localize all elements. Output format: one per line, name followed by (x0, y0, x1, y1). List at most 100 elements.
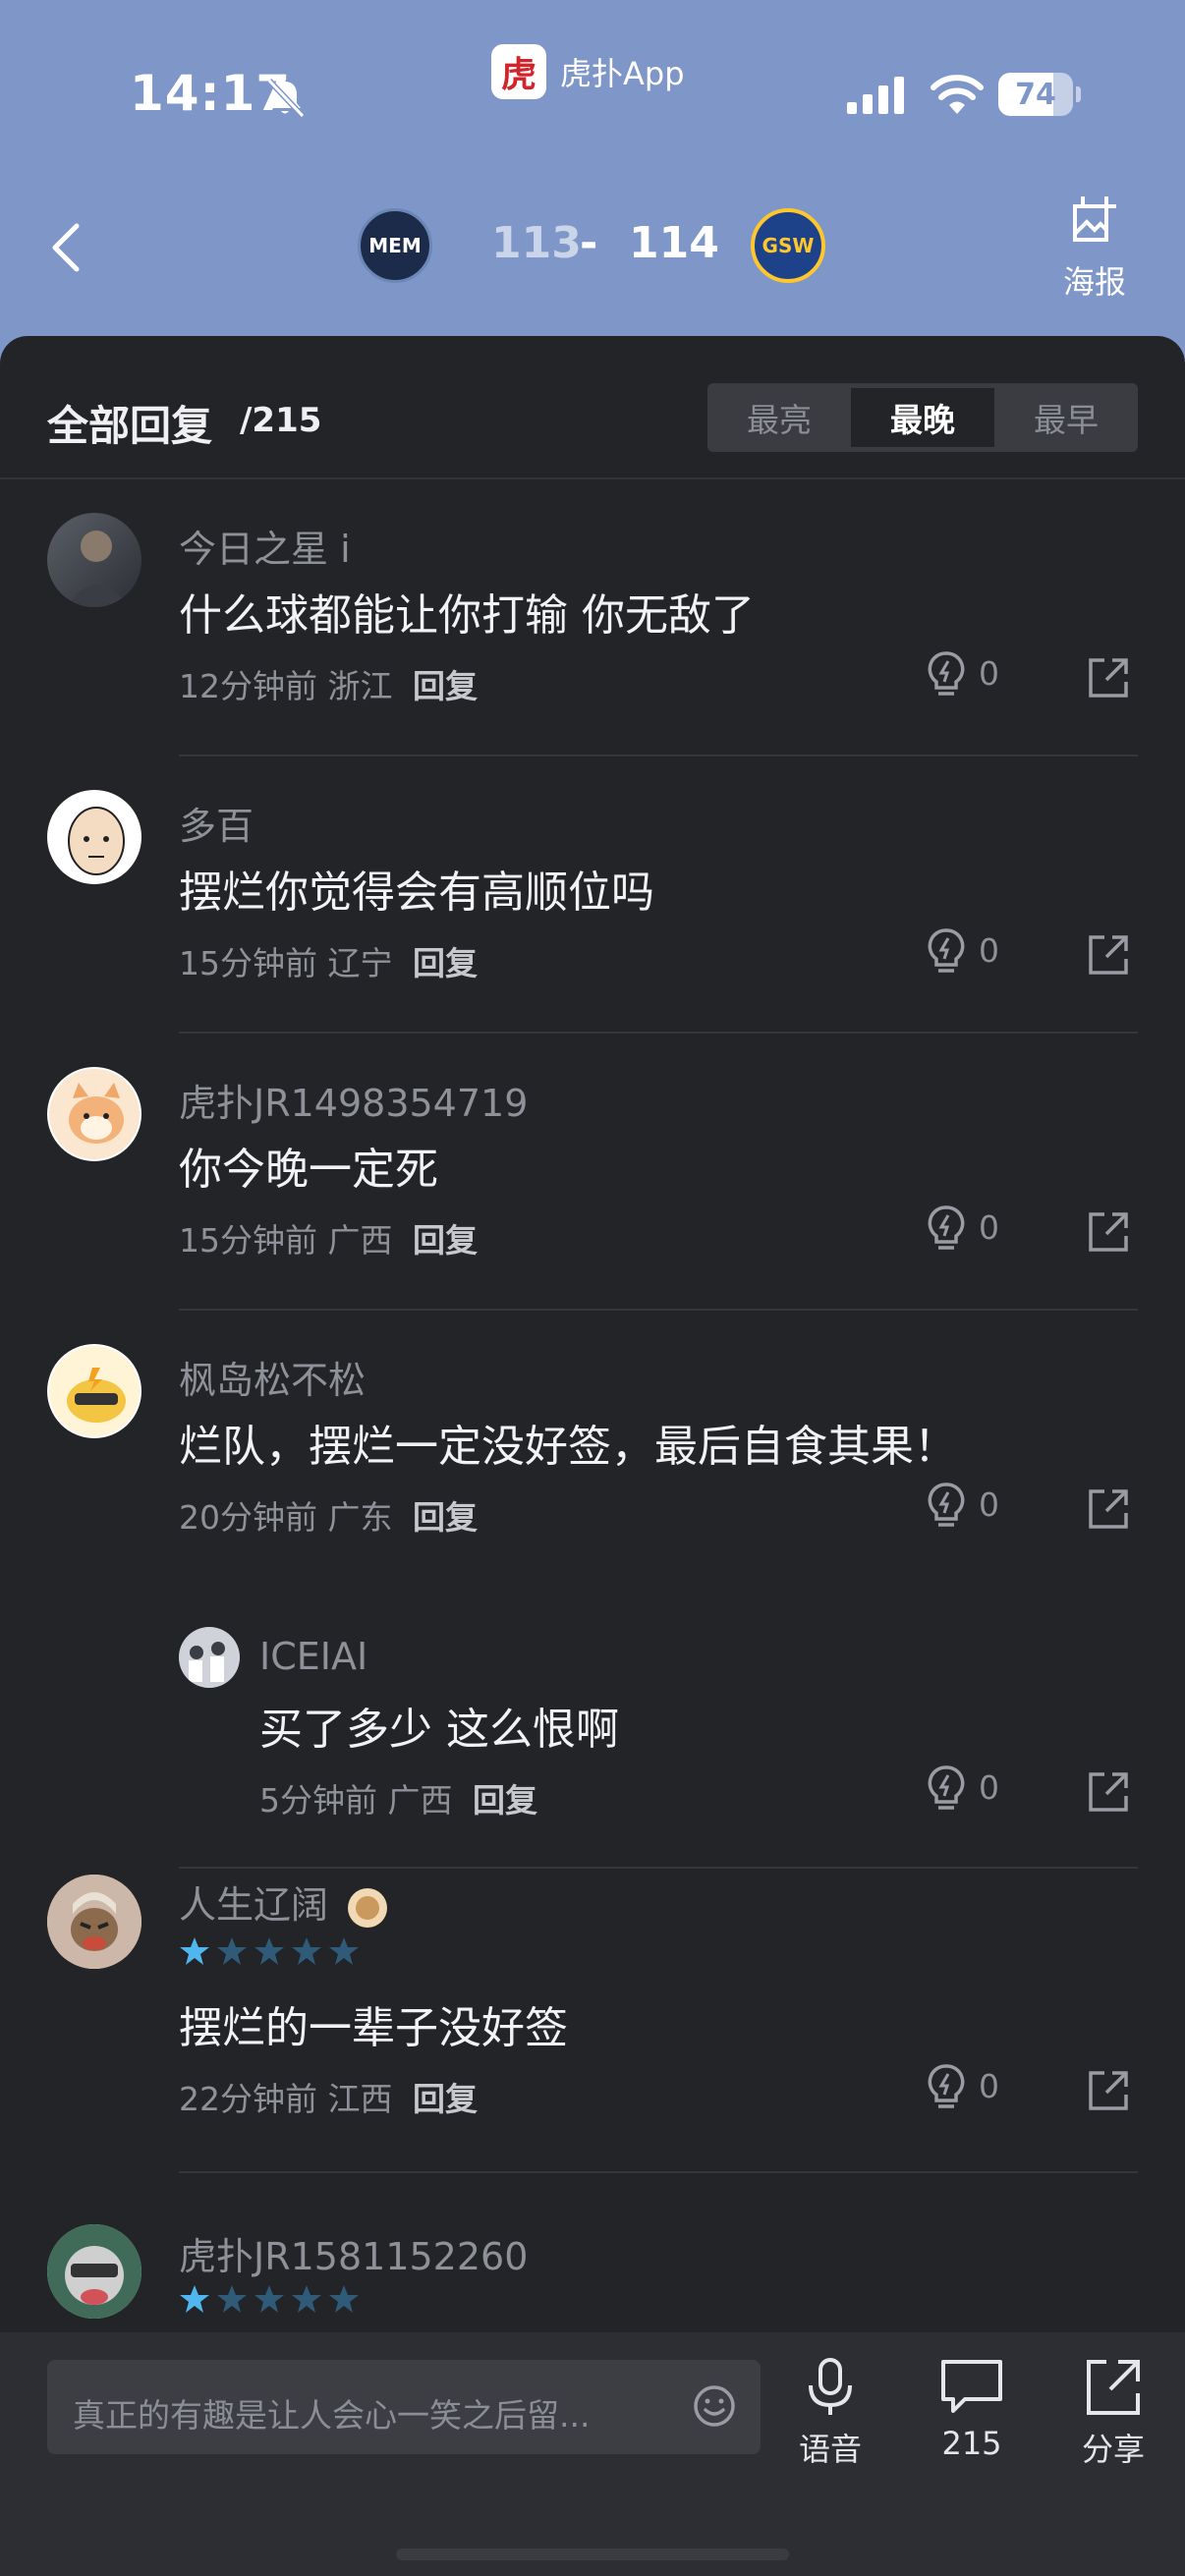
star-empty-icon (254, 1937, 284, 1965)
comment-time: 15分钟前 (179, 944, 317, 982)
comment-meta: 22分钟前 江西 回复 (179, 2073, 478, 2120)
star-empty-icon (292, 1937, 321, 1965)
share-icon[interactable] (1087, 933, 1130, 977)
divider (179, 755, 1138, 756)
mem-team-logo[interactable]: MEM (358, 208, 432, 283)
hupu-logo-icon: 虎 (491, 44, 546, 99)
comment-meta: 15分钟前 辽宁 回复 (179, 937, 478, 984)
comment-region: 广东 (327, 1498, 393, 1537)
comment-username[interactable]: 虎扑JR1581152260 (179, 2226, 528, 2280)
divider (179, 2171, 1138, 2173)
score-separator: - (580, 218, 598, 268)
star-empty-icon (292, 2285, 321, 2313)
comment-username[interactable]: 多百 (179, 796, 254, 850)
like-button[interactable]: 0 (926, 1764, 1004, 1814)
sort-segmented-control: 最亮 最晚 最早 (707, 383, 1138, 452)
comment-input[interactable]: 真正的有趣是让人会心一笑之后留... (47, 2360, 761, 2454)
reply-time: 5分钟前 (259, 1781, 377, 1820)
share-icon (1087, 2360, 1140, 2415)
like-button[interactable]: 0 (926, 1204, 1004, 1254)
avatar[interactable] (179, 1627, 240, 1688)
lightbulb-icon (928, 2064, 965, 2108)
reply-meta: 5分钟前 广西 回复 (259, 1774, 537, 1821)
like-button[interactable]: 0 (926, 927, 1004, 977)
sort-latest-tab[interactable]: 最晚 (851, 388, 994, 447)
lightbulb-icon (928, 1765, 965, 1810)
comment-meta: 15分钟前 广西 回复 (179, 1214, 478, 1261)
comment-meta: 12分钟前 浙江 回复 (179, 660, 478, 707)
rating-stars (179, 1935, 360, 1967)
reply-button[interactable]: 回复 (413, 1221, 478, 1260)
image-crop-icon (1073, 196, 1116, 242)
comment-region: 江西 (327, 2080, 393, 2118)
share-icon[interactable] (1087, 1210, 1130, 1254)
comment-username[interactable]: 今日之星 i (179, 519, 351, 573)
app-pill[interactable]: 虎 虎扑App (491, 41, 685, 102)
share-button[interactable]: 分享 (1059, 2356, 1167, 2470)
divider (179, 1032, 1138, 1034)
like-button[interactable]: 0 (926, 2063, 1004, 2112)
sort-earliest-tab[interactable]: 最早 (994, 383, 1138, 452)
lightbulb-icon (928, 651, 965, 696)
avatar[interactable] (47, 1875, 141, 1969)
star-empty-icon (217, 2285, 247, 2313)
username-text: 人生辽阔 (179, 1883, 329, 1927)
like-count: 0 (979, 2067, 999, 2105)
star-empty-icon (329, 2285, 359, 2313)
comment-username[interactable]: 枫岛松不松 (179, 1350, 366, 1404)
emoji-icon[interactable] (692, 2383, 737, 2429)
share-icon[interactable] (1087, 1487, 1130, 1531)
all-replies-title: 全部回复 (47, 402, 213, 450)
reply-region: 广西 (387, 1781, 453, 1820)
away-score: 114 (629, 218, 719, 268)
like-button[interactable]: 0 (926, 1482, 1004, 1531)
star-filled-icon (180, 1937, 209, 1965)
comment-region: 辽宁 (327, 944, 393, 982)
star-filled-icon (180, 2285, 209, 2313)
comment-username[interactable]: 人生辽阔 (179, 1875, 389, 1930)
reply-button[interactable]: 回复 (413, 667, 478, 705)
like-count: 0 (979, 654, 999, 693)
cellular-signal-icon (847, 77, 904, 114)
voice-label: 语音 (798, 2431, 862, 2468)
comment-username[interactable]: 虎扑JR1498354719 (179, 1073, 528, 1127)
gsw-team-logo[interactable]: GSW (751, 208, 825, 283)
battery-level: 74 (1015, 77, 1056, 112)
avatar[interactable] (47, 2224, 141, 2319)
share-icon[interactable] (1087, 1770, 1130, 1814)
share-icon[interactable] (1087, 656, 1130, 700)
reply-text: 买了多少 这么恨啊 (259, 1705, 619, 1755)
replies-panel: 全部回复 /215 最亮 最晚 最早 今日之星 i 什么球都能让你打输 你无敌了… (0, 336, 1185, 2576)
reply-button[interactable]: 回复 (413, 944, 478, 982)
sort-brightest-tab[interactable]: 最亮 (707, 383, 851, 452)
badge-icon (348, 1887, 388, 1928)
avatar[interactable] (47, 1067, 141, 1161)
comment-text: 什么球都能让你打输 你无敌了 (179, 590, 755, 641)
reply-username[interactable]: ICEIAI (259, 1635, 367, 1678)
comment-text: 摆烂你觉得会有高顺位吗 (179, 868, 654, 918)
poster-button[interactable]: 海报 (1053, 193, 1136, 303)
comment-text: 你今晚一定死 (179, 1145, 438, 1195)
reply-button[interactable]: 回复 (413, 2080, 478, 2118)
status-bar: 14:17 虎 虎扑App 74 (0, 0, 1185, 167)
back-chevron-icon[interactable] (39, 218, 98, 277)
avatar[interactable] (47, 790, 141, 884)
share-icon[interactable] (1087, 2069, 1130, 2112)
bottom-bar: 真正的有趣是让人会心一笑之后留... 语音 215 分享 (0, 2332, 1185, 2576)
like-button[interactable]: 0 (926, 650, 1004, 700)
app-name: 虎扑App (560, 55, 685, 92)
reply-button[interactable]: 回复 (473, 1781, 537, 1820)
avatar[interactable] (47, 1344, 141, 1438)
like-count: 0 (979, 1208, 999, 1247)
comment-time: 20分钟前 (179, 1498, 317, 1537)
home-score: 113 (491, 218, 582, 268)
comments-button[interactable]: 215 (918, 2356, 1026, 2462)
lightbulb-icon (928, 1483, 965, 1527)
reply-button[interactable]: 回复 (413, 1498, 478, 1537)
comment-region: 浙江 (327, 667, 393, 705)
comment-time: 15分钟前 (179, 1221, 317, 1260)
divider (179, 1309, 1138, 1311)
voice-button[interactable]: 语音 (776, 2356, 884, 2470)
reply-count: /215 (240, 401, 322, 440)
avatar[interactable] (47, 513, 141, 607)
